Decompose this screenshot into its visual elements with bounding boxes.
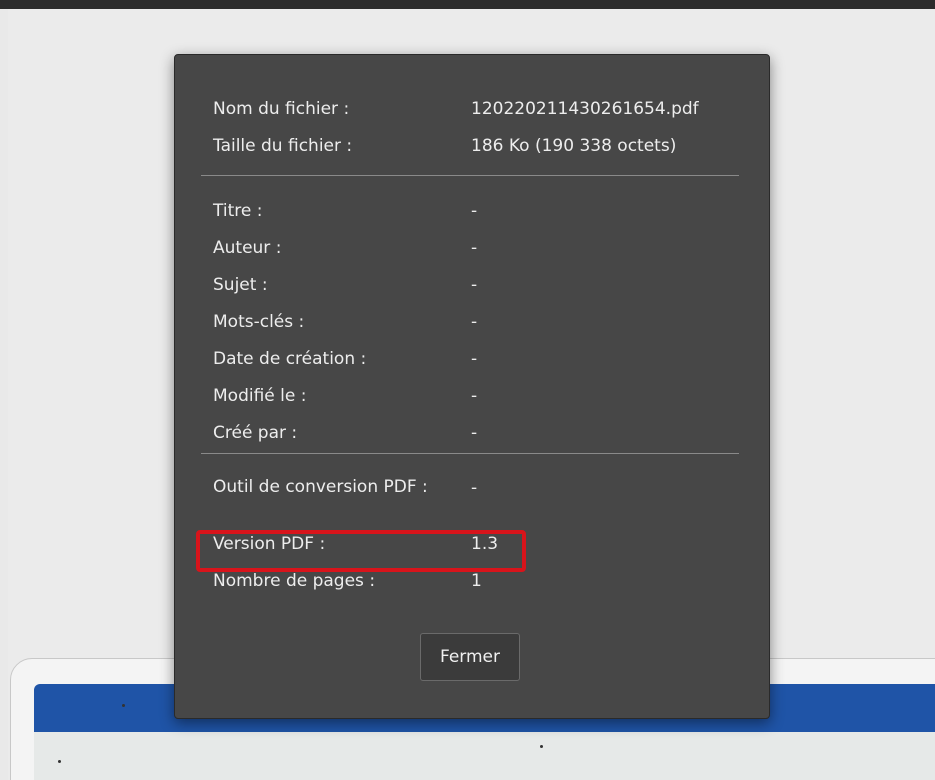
subject-row: Sujet : -	[213, 274, 739, 311]
section-divider	[201, 175, 739, 176]
author-value: -	[471, 238, 478, 258]
document-speck	[540, 745, 543, 748]
subject-label: Sujet :	[213, 275, 268, 295]
keywords-label: Mots-clés :	[213, 312, 305, 332]
document-properties-dialog: Nom du fichier : 120220211430261654.pdf …	[174, 54, 770, 719]
file-name-value: 120220211430261654.pdf	[471, 99, 699, 119]
file-info-section: Nom du fichier : 120220211430261654.pdf …	[213, 98, 739, 172]
page-count-row: Nombre de pages : 1	[213, 570, 739, 607]
pdf-producer-value: -	[471, 478, 478, 498]
document-speck	[122, 704, 125, 707]
keywords-value: -	[471, 312, 478, 332]
page-count-label: Nombre de pages :	[213, 571, 376, 591]
pdf-version-label: Version PDF :	[213, 534, 326, 554]
document-paper-strip	[34, 732, 935, 780]
file-name-label: Nom du fichier :	[213, 99, 350, 119]
modified-date-label: Modifié le :	[213, 386, 307, 406]
creation-date-row: Date de création : -	[213, 348, 739, 385]
pdf-version-row: Version PDF : 1.3	[213, 533, 739, 570]
page-count-value: 1	[471, 571, 482, 591]
title-row: Titre : -	[213, 200, 739, 237]
title-value: -	[471, 201, 478, 221]
close-button[interactable]: Fermer	[420, 633, 520, 681]
title-label: Titre :	[213, 201, 263, 221]
creator-value: -	[471, 423, 478, 443]
keywords-row: Mots-clés : -	[213, 311, 739, 348]
pdf-info-section: Outil de conversion PDF : - Version PDF …	[213, 477, 739, 607]
window-top-bar	[0, 0, 935, 9]
file-size-label: Taille du fichier :	[213, 136, 353, 156]
document-info-section: Titre : - Auteur : - Sujet : - Mots-clés…	[213, 200, 739, 459]
document-speck	[58, 760, 61, 763]
modified-date-row: Modifié le : -	[213, 385, 739, 422]
file-name-row: Nom du fichier : 120220211430261654.pdf	[213, 98, 739, 135]
creator-label: Créé par :	[213, 423, 298, 443]
modified-date-value: -	[471, 386, 478, 406]
subject-value: -	[471, 275, 478, 295]
file-size-row: Taille du fichier : 186 Ko (190 338 octe…	[213, 135, 739, 172]
creation-date-value: -	[471, 349, 478, 369]
section-divider	[201, 453, 739, 454]
author-row: Auteur : -	[213, 237, 739, 274]
author-label: Auteur :	[213, 238, 282, 258]
creation-date-label: Date de création :	[213, 349, 367, 369]
pdf-producer-row: Outil de conversion PDF : -	[213, 477, 739, 533]
pdf-version-value: 1.3	[471, 534, 499, 554]
file-size-value: 186 Ko (190 338 octets)	[471, 136, 677, 156]
pdf-producer-label: Outil de conversion PDF :	[213, 477, 428, 497]
